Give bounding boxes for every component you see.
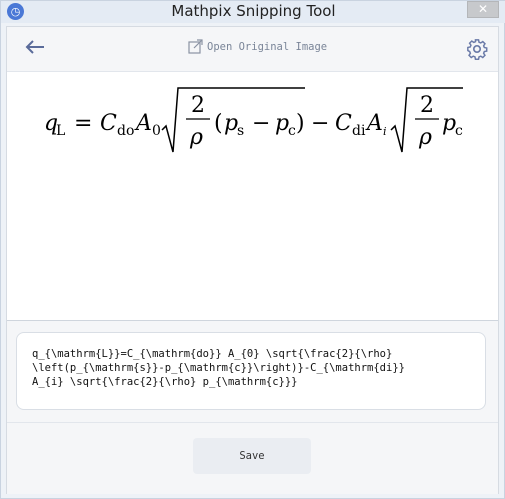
formula-subscript: i	[383, 125, 387, 138]
external-link-icon	[188, 39, 203, 54]
formula-subscript: do	[117, 123, 134, 139]
formula-symbol: 2	[420, 93, 434, 118]
formula-subscript: c	[288, 123, 296, 139]
formula-symbol: A	[134, 111, 152, 136]
formula-symbol: 2	[191, 93, 205, 118]
settings-button[interactable]	[466, 38, 488, 60]
back-arrow-icon	[25, 40, 44, 54]
formula-subscript: 0	[152, 123, 161, 139]
title-bar: ◷ Mathpix Snipping Tool ✕	[1, 1, 505, 23]
toolbar: Open Original Image	[7, 27, 498, 71]
formula-subscript: c	[455, 123, 463, 139]
gear-icon	[467, 39, 488, 60]
formula-symbol: −	[252, 111, 270, 136]
formula-symbol: =	[74, 111, 92, 136]
formula-symbol: (	[214, 111, 223, 136]
formula-subscript: di	[352, 123, 366, 139]
back-button[interactable]	[24, 36, 48, 60]
formula-symbol: −	[311, 111, 329, 136]
save-button[interactable]: Save	[193, 438, 311, 474]
formula-symbol: C	[335, 111, 352, 136]
open-original-image-label: Open Original Image	[207, 40, 328, 53]
rendered-formula: q L = C do A 0 2 ρ ( p s − p c ) − C di …	[44, 87, 463, 153]
formula-symbol: p	[275, 111, 289, 136]
formula-subscript: L	[56, 123, 65, 139]
app-window: ◷ Mathpix Snipping Tool ✕ Open Original …	[0, 0, 505, 499]
formula-symbol: p	[442, 111, 456, 136]
formula-symbol: ρ	[418, 125, 432, 150]
formula-symbol: ρ	[189, 125, 203, 150]
close-button[interactable]: ✕	[467, 1, 499, 18]
main-panel: Open Original Image q L = C do A 0 2 ρ (…	[6, 26, 499, 494]
formula-symbol: C	[100, 111, 117, 136]
window-title: Mathpix Snipping Tool	[171, 2, 336, 20]
rendered-formula-preview: q L = C do A 0 2 ρ ( p s − p c ) − C di …	[7, 71, 498, 321]
formula-symbol: )	[296, 111, 305, 136]
formula-symbol: p	[224, 111, 238, 136]
footer: Save	[7, 422, 498, 494]
formula-subscript: s	[237, 123, 244, 139]
latex-result-box[interactable]: q_{\mathrm{L}}=C_{\mathrm{do}} A_{0} \sq…	[16, 332, 486, 410]
formula-symbol: A	[365, 111, 383, 136]
open-original-image-link[interactable]: Open Original Image	[188, 39, 327, 54]
